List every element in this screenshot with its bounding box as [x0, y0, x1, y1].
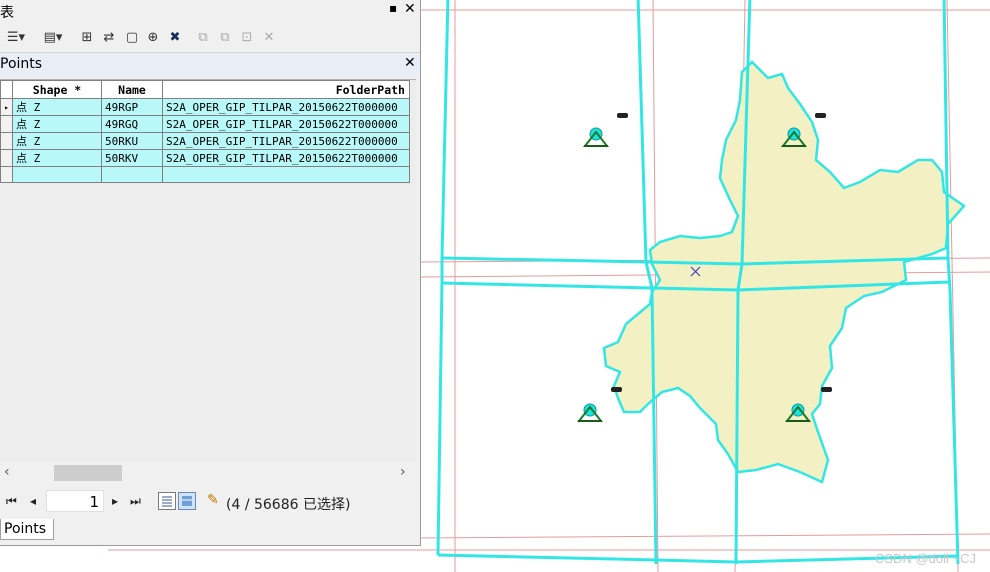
table-toolbar: ☰▾ ▤▾ ⊞ ⇄ ▢ ⊕ ✖ ⧉ ⧉ ⊡ ✕	[0, 24, 420, 53]
prev-record-icon[interactable]: ◂	[30, 494, 36, 508]
scroll-right-icon[interactable]: ›	[400, 464, 406, 480]
tab-points[interactable]: Points	[0, 519, 54, 540]
table-row-new[interactable]	[0, 166, 410, 183]
row-selector[interactable]	[0, 166, 13, 183]
row-selector[interactable]	[0, 149, 13, 167]
cell-name[interactable]	[101, 166, 163, 183]
cell-shape[interactable]: 点 Z	[12, 132, 102, 150]
paste-icon[interactable]: ⧉	[216, 29, 234, 45]
close-icon[interactable]: ✕	[404, 1, 416, 17]
cell-name[interactable]: 49RGP	[101, 98, 163, 116]
show-all-records-icon[interactable]	[158, 492, 176, 510]
clear-selection-icon[interactable]: ▢	[124, 29, 140, 45]
window-titlebar[interactable]: 表 ▪ ✕	[0, 0, 420, 22]
first-record-icon[interactable]: ⏮	[6, 494, 17, 509]
column-header-folderpath[interactable]: FolderPath	[162, 80, 410, 99]
table-row[interactable]: 点 Z 50RKU S2A_OPER_GIP_TILPAR_20150622T0…	[0, 132, 410, 150]
switch-selection-icon[interactable]: ⇄	[100, 29, 118, 45]
cell-name[interactable]: 50RKV	[101, 149, 163, 167]
cut-icon[interactable]: ⊡	[238, 29, 256, 45]
column-header-name[interactable]: Name	[101, 80, 163, 99]
cell-folderpath[interactable]: S2A_OPER_GIP_TILPAR_20150622T000000	[162, 149, 410, 167]
attribute-table-window: 表 ▪ ✕ ☰▾ ▤▾ ⊞ ⇄ ▢ ⊕ ✖ ⧉ ⧉ ⊡ ✕ Points ✕ S…	[0, 0, 421, 546]
row-selector-header[interactable]	[0, 80, 13, 99]
last-record-icon[interactable]: ⏭	[130, 494, 141, 509]
row-selector[interactable]: ▸	[0, 98, 13, 116]
record-number-input[interactable]: 1	[46, 490, 104, 512]
next-record-icon[interactable]: ▸	[112, 494, 118, 508]
column-header-shape[interactable]: Shape *	[12, 80, 102, 99]
cell-folderpath[interactable]: S2A_OPER_GIP_TILPAR_20150622T000000	[162, 115, 410, 133]
selection-count: (4 / 56686 已选择)	[226, 497, 351, 513]
table-row[interactable]: ▸ 点 Z 49RGP S2A_OPER_GIP_TILPAR_20150622…	[0, 98, 410, 116]
table-row[interactable]: 点 Z 49RGQ S2A_OPER_GIP_TILPAR_20150622T0…	[0, 115, 410, 133]
show-selected-records-icon[interactable]	[178, 492, 196, 510]
cell-shape[interactable]: 点 Z	[12, 149, 102, 167]
pencil-icon: ✎	[207, 492, 219, 508]
pin-icon[interactable]: ▪	[389, 1, 397, 15]
scroll-thumb[interactable]	[54, 465, 122, 481]
cell-folderpath[interactable]: S2A_OPER_GIP_TILPAR_20150622T000000	[162, 132, 410, 150]
table-row[interactable]: 点 Z 50RKV S2A_OPER_GIP_TILPAR_20150622T0…	[0, 149, 410, 167]
delete-selected-icon[interactable]: ✖	[166, 29, 184, 45]
record-navigator: ⏮ ◂ 1 ▸ ⏭ ✎ (4 / 56686 已选择)	[0, 487, 420, 517]
horizontal-scrollbar[interactable]: ‹ ›	[0, 463, 416, 483]
cell-shape[interactable]	[12, 166, 102, 183]
tab-close-icon[interactable]: ✕	[404, 55, 416, 71]
table-tab-header: Points ✕	[0, 53, 420, 77]
cell-shape[interactable]: 点 Z	[12, 98, 102, 116]
select-by-attributes-icon[interactable]: ⊞	[78, 29, 96, 45]
watermark: CSDN @doll ~CJ	[875, 551, 976, 566]
cell-name[interactable]: 50RKU	[101, 132, 163, 150]
zoom-to-selected-icon[interactable]: ⊕	[144, 29, 162, 45]
attribute-grid[interactable]: Shape * Name FolderPath ▸ 点 Z 49RGP S2A_…	[0, 79, 416, 462]
delete-icon[interactable]: ✕	[260, 29, 278, 45]
attribute-table: Shape * Name FolderPath ▸ 点 Z 49RGP S2A_…	[0, 80, 410, 183]
row-selector[interactable]	[0, 115, 13, 133]
related-tables-icon[interactable]: ▤▾	[36, 29, 70, 45]
cell-folderpath[interactable]	[162, 166, 410, 183]
table-options-icon[interactable]: ☰▾	[2, 29, 30, 45]
cell-shape[interactable]: 点 Z	[12, 115, 102, 133]
cell-name[interactable]: 49RGQ	[101, 115, 163, 133]
scroll-left-icon[interactable]: ‹	[4, 464, 10, 480]
cell-folderpath[interactable]: S2A_OPER_GIP_TILPAR_20150622T000000	[162, 98, 410, 116]
window-title: 表	[0, 5, 14, 21]
row-selector[interactable]	[0, 132, 13, 150]
table-tab-title: Points	[0, 56, 43, 72]
copy-icon[interactable]: ⧉	[194, 29, 212, 45]
